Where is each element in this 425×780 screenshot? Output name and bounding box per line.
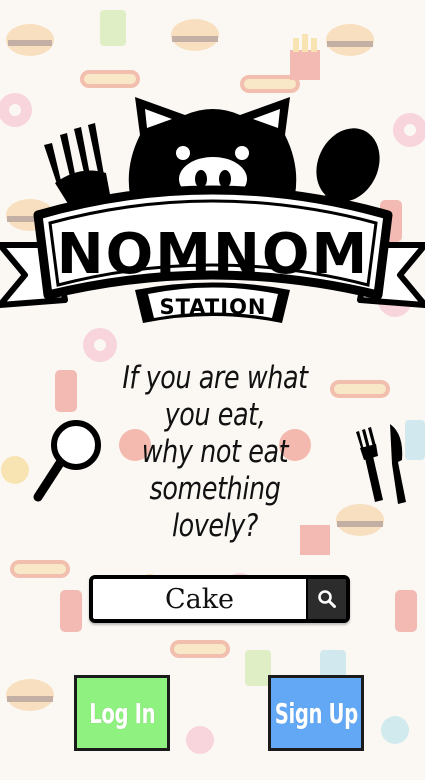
login-button[interactable]: Log In (74, 675, 170, 751)
brand-subtitle: STATION (159, 295, 266, 319)
tagline-line: If you are what (122, 360, 308, 396)
tagline-line: you eat, (164, 397, 266, 433)
search-bar (89, 575, 350, 623)
login-button-label: Log In (89, 696, 155, 730)
magnifier-icon (33, 420, 101, 502)
signup-button[interactable]: Sign Up (268, 675, 364, 751)
fork-knife-icon (356, 424, 406, 504)
tagline-line: why not eat (141, 434, 289, 470)
search-input[interactable] (93, 579, 306, 619)
nomnom-station-logo: NOMNOM STATION (0, 97, 425, 323)
signup-button-label: Sign Up (274, 696, 358, 730)
pig-icon (128, 97, 297, 201)
search-icon (318, 590, 336, 608)
brand-name: NOMNOM (57, 222, 369, 287)
tagline-line: something lovely? (149, 471, 281, 544)
tagline: If you are what you eat, why not eat som… (117, 360, 314, 545)
search-button[interactable] (306, 579, 346, 619)
